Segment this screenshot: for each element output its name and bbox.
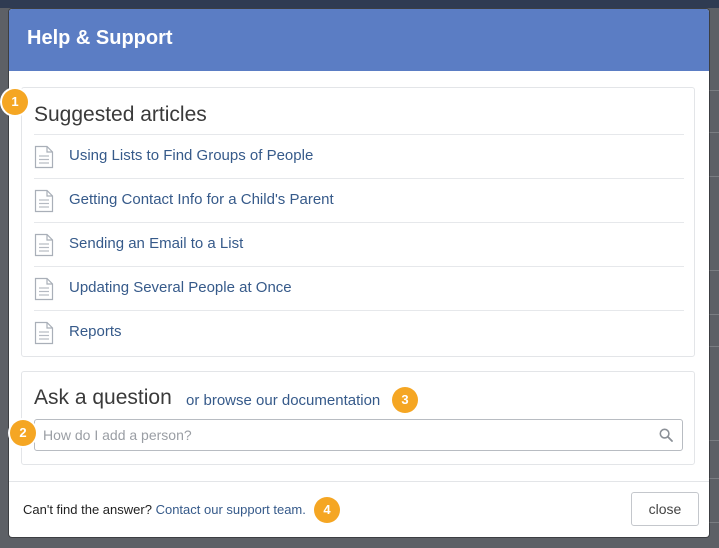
article-item[interactable]: Updating Several People at Once [34,266,684,310]
contact-support-link[interactable]: Contact our support team. [156,502,306,517]
help-support-modal: Help & Support Suggested articles Using … [9,9,709,537]
article-link[interactable]: Getting Contact Info for a Child's Paren… [69,191,334,208]
article-item[interactable]: Using Lists to Find Groups of People [34,134,684,178]
suggested-articles-panel: Suggested articles Using Lists to Find G… [21,87,695,357]
article-link[interactable]: Sending an Email to a List [69,235,243,252]
article-link[interactable]: Reports [69,323,122,340]
modal-footer: Can't find the answer? Contact our suppo… [9,481,709,537]
close-button[interactable]: close [631,492,699,526]
annotation-badge-2: 2 [10,420,36,446]
footer-prompt: Can't find the answer? [23,502,152,517]
article-item[interactable]: Reports [34,310,684,354]
document-icon [34,145,54,169]
search-box [34,419,683,451]
document-icon [34,189,54,213]
search-icon[interactable] [659,428,673,442]
ask-question-heading: Ask a question [34,386,172,409]
modal-title: Help & Support [27,27,173,49]
background-topbar [0,0,719,8]
ask-question-panel: Ask a question or browse our documentati… [21,371,695,465]
suggested-articles-heading: Suggested articles [34,103,207,126]
annotation-badge-4: 4 [314,497,340,523]
document-icon [34,277,54,301]
modal-header: Help & Support [9,9,709,71]
article-item[interactable]: Sending an Email to a List [34,222,684,266]
document-icon [34,233,54,257]
article-link[interactable]: Using Lists to Find Groups of People [69,147,313,164]
article-list: Using Lists to Find Groups of People Get… [34,134,684,354]
article-item[interactable]: Getting Contact Info for a Child's Paren… [34,178,684,222]
article-link[interactable]: Updating Several People at Once [69,279,292,296]
annotation-badge-1: 1 [2,89,28,115]
document-icon [34,321,54,345]
browse-documentation-link[interactable]: or browse our documentation [186,392,380,409]
footer-text: Can't find the answer? Contact our suppo… [23,502,306,517]
search-input[interactable] [35,420,655,450]
annotation-badge-3: 3 [392,387,418,413]
